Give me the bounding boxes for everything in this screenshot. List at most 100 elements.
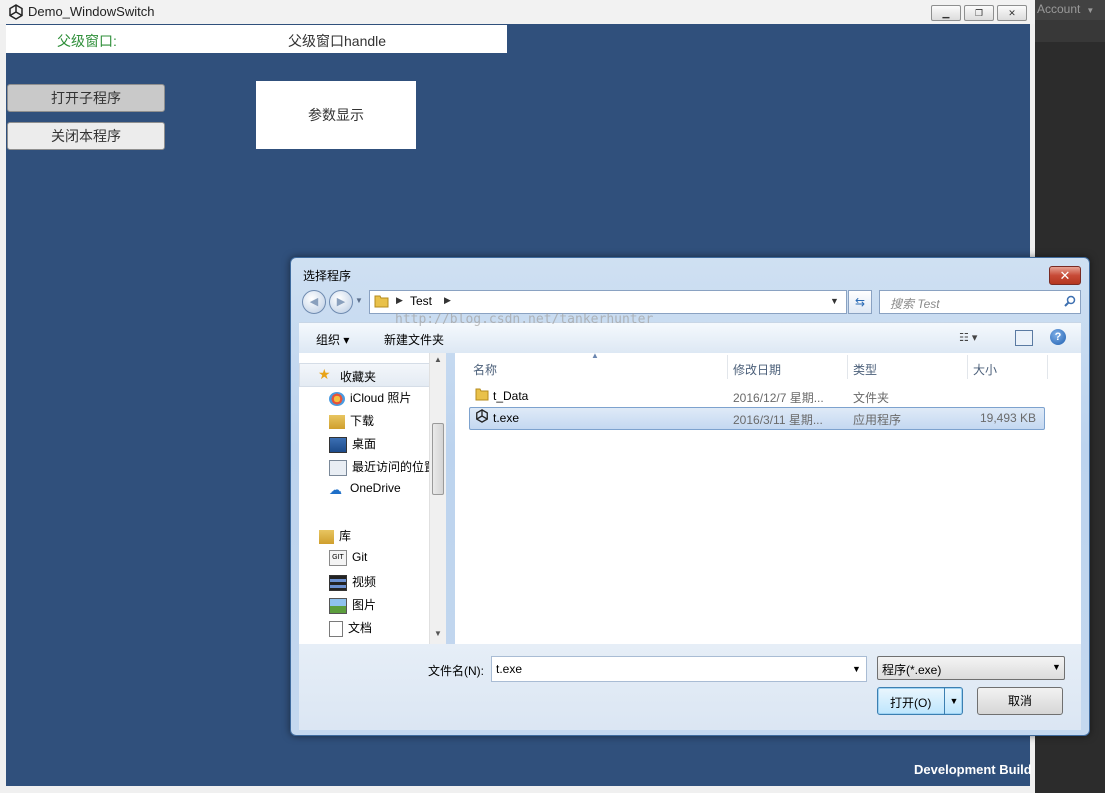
desktop-icon — [329, 436, 347, 453]
view-options-icon[interactable]: ☷ ▾ — [959, 331, 989, 345]
sort-chevron-icon: ▲ — [591, 351, 599, 360]
address-dropdown-icon[interactable]: ▼ — [830, 296, 839, 306]
scroll-down-icon[interactable]: ▼ — [434, 629, 442, 638]
chevron-down-icon[interactable]: ▼ — [852, 664, 861, 674]
nav-item-pictures[interactable]: 图片 — [329, 596, 376, 616]
nav-item-desktop[interactable]: 桌面 — [329, 435, 376, 455]
file-type: 文件夹 — [853, 391, 890, 405]
nav-item-label: 桌面 — [352, 437, 377, 451]
column-divider — [1047, 355, 1048, 379]
chevron-down-icon[interactable]: ▼ — [1052, 662, 1061, 672]
column-divider — [967, 355, 968, 379]
nav-item-videos[interactable]: 视频 — [329, 573, 376, 593]
star-icon: ★ — [318, 366, 331, 382]
help-icon[interactable]: ? — [1050, 329, 1066, 345]
library-icon — [319, 529, 334, 544]
minimize-button[interactable]: ▁ — [931, 5, 961, 21]
column-divider — [847, 355, 848, 379]
unity-icon — [9, 4, 23, 20]
column-header-name[interactable]: 名称 — [473, 361, 497, 378]
nav-item-label: OneDrive — [350, 481, 401, 495]
nav-item-label: 视频 — [352, 575, 377, 589]
breadcrumb-arrow-icon[interactable]: ▶ — [444, 295, 451, 306]
open-child-button[interactable]: 打开子程序 — [7, 84, 165, 112]
filename-label: 文件名(N): — [428, 664, 484, 678]
folder-icon — [475, 387, 489, 404]
account-dropdown[interactable]: Account ▼ — [1037, 2, 1094, 16]
recent-places-icon — [329, 459, 347, 476]
close-self-button[interactable]: 关闭本程序 — [7, 122, 165, 150]
search-placeholder: 搜索 Test — [890, 297, 940, 311]
window-title: Demo_WindowSwitch — [28, 4, 155, 19]
nav-pane-scrollbar[interactable]: ▲ ▼ — [429, 353, 446, 644]
nav-item-label: Git — [352, 550, 368, 565]
new-folder-button[interactable]: 新建文件夹 — [384, 331, 444, 348]
cloud-icon: ☁ — [329, 481, 342, 497]
recent-locations-chevron-icon[interactable]: ▼ — [355, 296, 363, 305]
editor-band — [1035, 20, 1105, 42]
file-type: 应用程序 — [853, 413, 902, 427]
nav-library-label: 库 — [339, 529, 352, 543]
folder-icon — [374, 295, 389, 308]
filename-value: t.exe — [496, 662, 523, 676]
nav-favorites[interactable]: ★ 收藏夹 — [299, 363, 436, 387]
file-row-t-data[interactable]: t_Data 2016/12/7 星期... 文件夹 — [469, 386, 1043, 407]
file-type-select[interactable]: 程序(*.exe) ▼ — [877, 656, 1065, 680]
photos-icon — [329, 391, 345, 406]
parent-window-label: 父级窗口: — [57, 33, 117, 49]
nav-item-recent-places[interactable]: 最近访问的位置 — [329, 458, 436, 478]
open-button[interactable]: 打开(O) ▼ — [877, 687, 963, 715]
nav-item-label: 图片 — [352, 598, 377, 612]
nav-item-icloud-photos[interactable]: iCloud 照片 — [329, 389, 411, 409]
search-icon[interactable] — [1064, 295, 1076, 307]
editor-top-bar: Account ▼ — [1035, 0, 1105, 20]
video-icon — [329, 574, 347, 591]
nav-item-git[interactable]: GIT Git — [329, 550, 367, 570]
parent-window-handle: 父级窗口handle — [288, 33, 387, 49]
pictures-icon — [329, 597, 347, 614]
navigation-pane: ★ 收藏夹 iCloud 照片 下载 桌面 最近访问的位置 ☁ OneDrive … — [299, 353, 445, 644]
nav-item-downloads[interactable]: 下载 — [329, 412, 374, 432]
dialog-title: 选择程序 — [303, 269, 352, 283]
document-icon — [329, 620, 343, 637]
file-name: t_Data — [493, 389, 529, 403]
search-input[interactable]: 搜索 Test — [879, 290, 1081, 314]
organize-menu[interactable]: 组织 ▾ — [316, 331, 349, 348]
file-list: 名称 ▲ 修改日期 类型 大小 t_Data 2016/12/7 星期... 文… — [455, 351, 1081, 644]
dialog-close-button[interactable]: ✕ — [1049, 266, 1081, 285]
column-header-type[interactable]: 类型 — [853, 361, 877, 378]
nav-item-documents[interactable]: 文档 — [329, 619, 372, 639]
nav-library[interactable]: 库 — [319, 527, 351, 547]
cancel-button[interactable]: 取消 — [977, 687, 1063, 715]
refresh-icon[interactable]: ⇆ — [848, 290, 872, 314]
file-row-t-exe[interactable]: t.exe 2016/3/11 星期... 应用程序 19,493 KB — [469, 407, 1045, 430]
watermark: http://blog.csdn.net/tankerhunter — [395, 312, 654, 327]
dialog-footer: 文件名(N): t.exe ▼ 程序(*.exe) ▼ 打开(O) ▼ 取消 — [299, 644, 1081, 730]
breadcrumb-arrow-icon[interactable]: ▶ — [396, 295, 403, 306]
unity-icon — [475, 409, 489, 426]
address-bar[interactable]: ▶ Test ▶ ▼ — [369, 290, 847, 314]
open-options-chevron-icon[interactable]: ▼ — [944, 688, 963, 714]
param-display: 参数显示 — [256, 81, 416, 149]
back-arrow-icon[interactable]: ◀ — [302, 290, 326, 314]
close-window-button[interactable]: ✕ — [997, 5, 1027, 21]
column-header-size[interactable]: 大小 — [973, 361, 997, 378]
git-icon: GIT — [329, 550, 347, 566]
scrollbar-thumb[interactable] — [432, 423, 444, 495]
nav-item-label: iCloud 照片 — [350, 391, 412, 405]
nav-item-label: 文档 — [348, 621, 373, 635]
file-name: t.exe — [493, 411, 520, 425]
development-build-label: Development Build — [914, 762, 1032, 777]
scroll-up-icon[interactable]: ▲ — [434, 355, 442, 364]
nav-item-onedrive[interactable]: ☁ OneDrive — [329, 481, 401, 501]
nav-item-label: 下载 — [350, 414, 375, 428]
forward-arrow-icon[interactable]: ▶ — [329, 290, 353, 314]
restore-button[interactable]: ❐ — [964, 5, 994, 21]
breadcrumb-test[interactable]: Test — [410, 294, 432, 308]
title-bar: Demo_WindowSwitch ▁ ❐ ✕ — [0, 0, 1035, 24]
column-header-date[interactable]: 修改日期 — [733, 361, 781, 378]
file-type-value: 程序(*.exe) — [882, 663, 942, 677]
filename-input[interactable]: t.exe ▼ — [491, 656, 867, 682]
open-file-dialog: 选择程序 ✕ ◀ ▶ ▼ ▶ Test ▶ ▼ ⇆ 搜索 Test 组织 ▾ 新… — [290, 257, 1090, 736]
preview-pane-icon[interactable] — [1015, 330, 1033, 346]
